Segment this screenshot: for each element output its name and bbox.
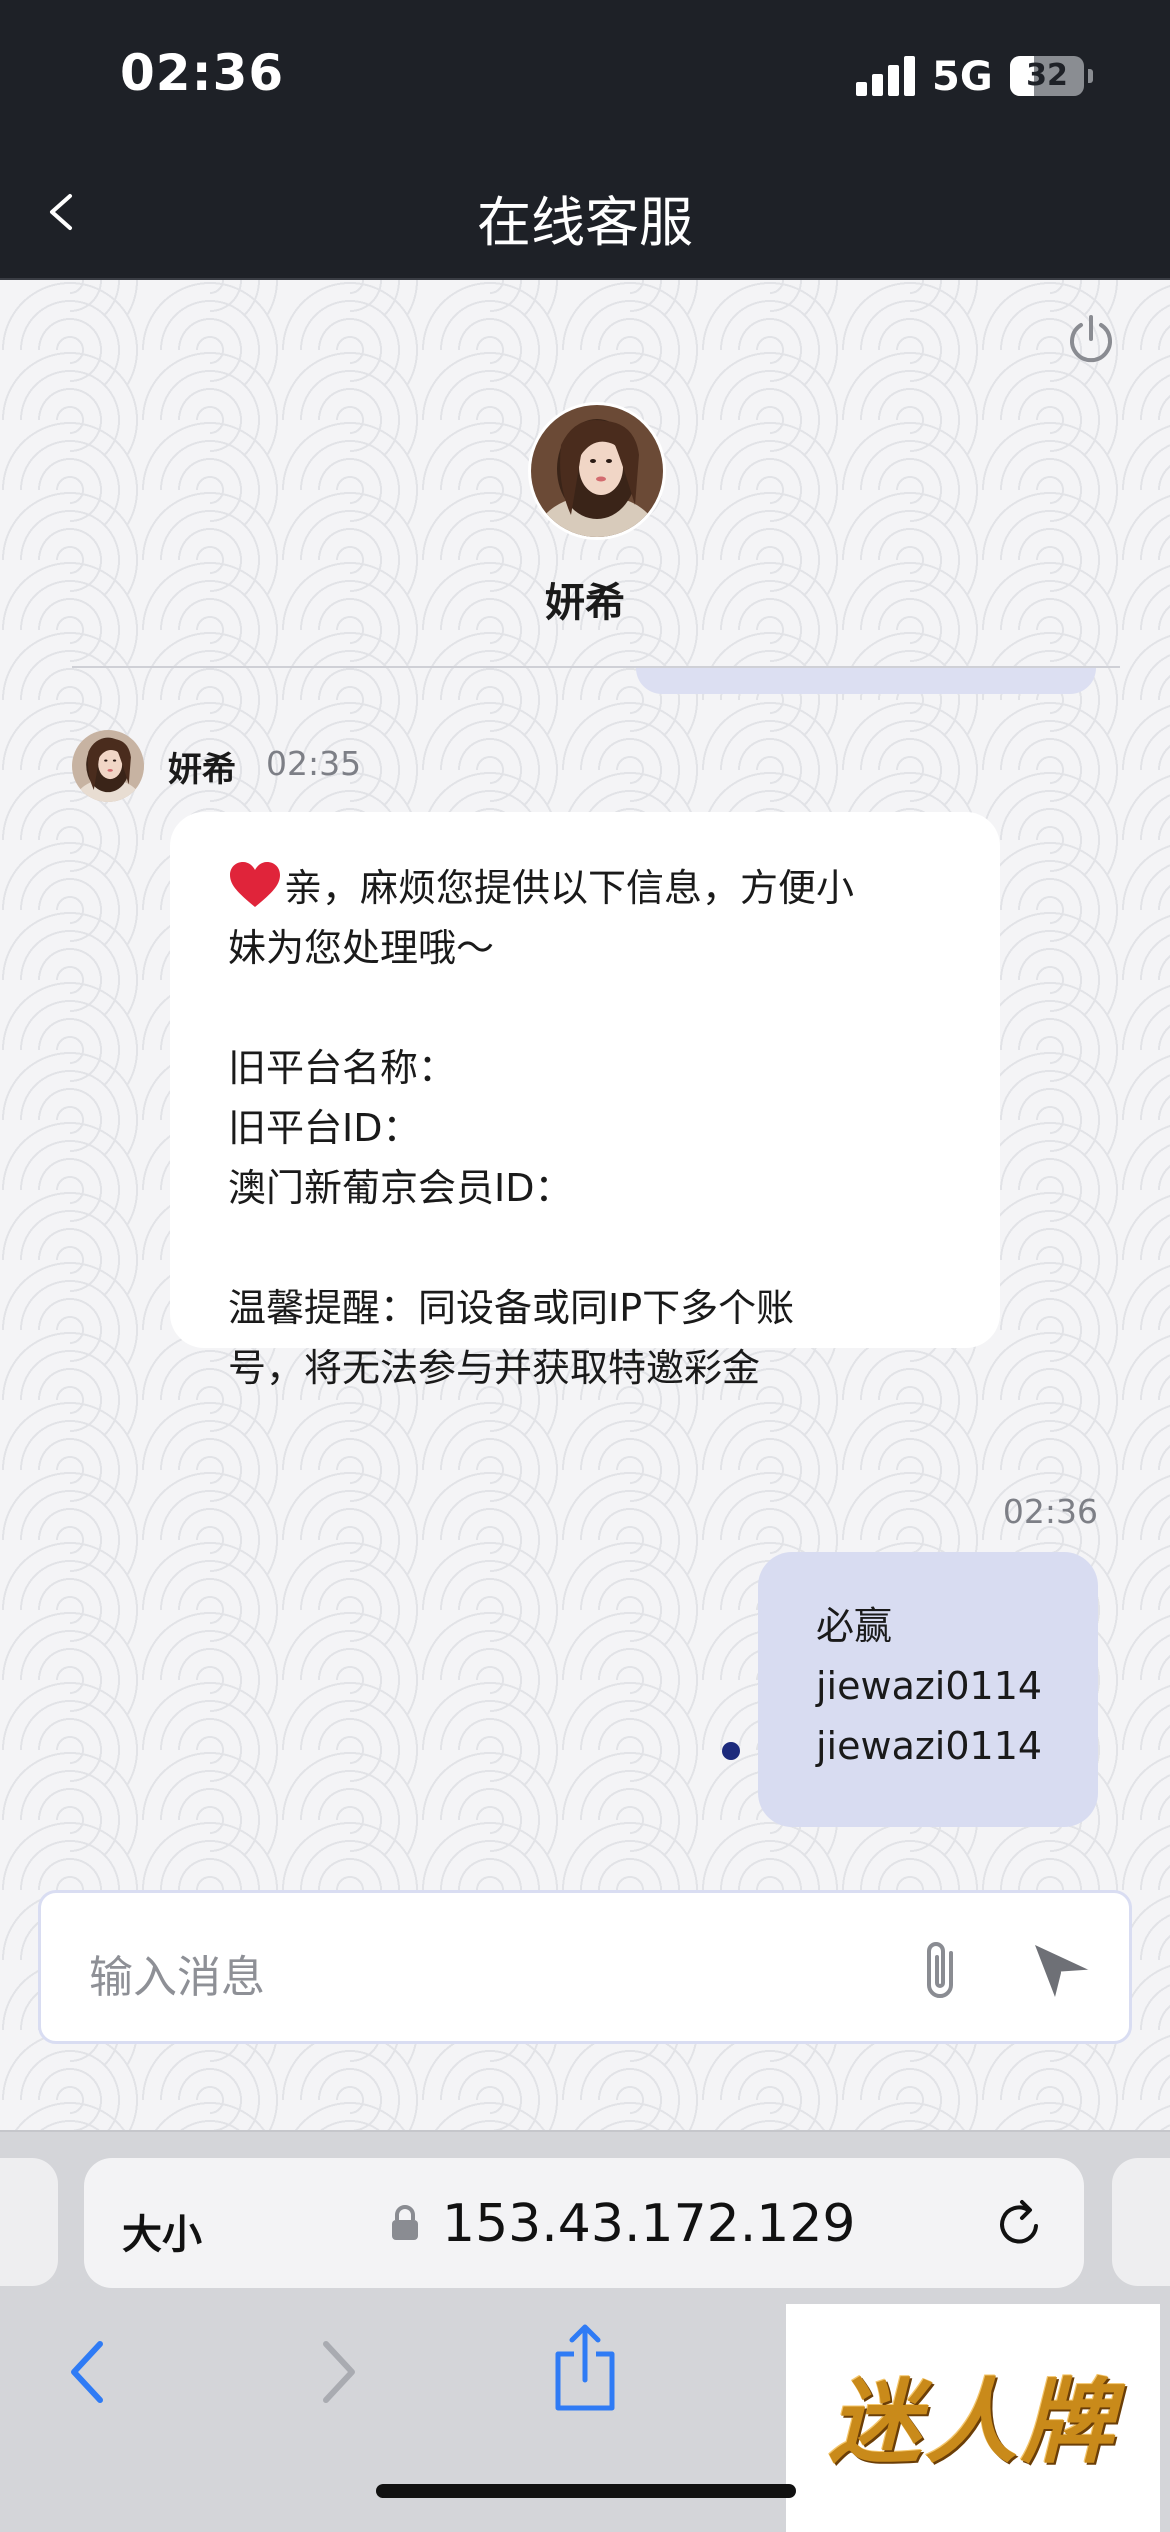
watermark-logo: 迷人牌	[786, 2304, 1160, 2532]
watermark-text: 迷人牌	[828, 2369, 1117, 2476]
status-bar: 02:36 5G 32	[0, 0, 1170, 150]
nav-header: 在线客服	[0, 150, 1170, 280]
heart-icon	[230, 862, 280, 907]
power-icon[interactable]	[1062, 310, 1120, 368]
outgoing-message-bubble[interactable]: 必赢 jiewazi0114 jiewazi0114	[758, 1552, 1098, 1827]
browser-back-icon[interactable]	[60, 2332, 116, 2412]
attachment-icon[interactable]	[911, 1937, 969, 2005]
share-icon[interactable]	[550, 2322, 620, 2414]
message-line: jiewazi0114	[816, 1724, 1043, 1768]
message-placeholder: 输入消息	[89, 1952, 265, 2003]
battery-level: 32	[1026, 58, 1068, 93]
sender-name: 妍希	[168, 750, 236, 790]
previous-message-bubble	[636, 668, 1096, 694]
message-line: 澳门新葡京会员ID：	[228, 1166, 573, 1210]
address-bar[interactable]: 大小 153.43.172.129	[84, 2158, 1084, 2288]
status-time: 02:36	[120, 44, 285, 102]
message-gap	[228, 1218, 942, 1278]
previous-tab[interactable]	[0, 2158, 58, 2286]
message-line: 号，将无法参与并获取特邀彩金	[228, 1346, 761, 1390]
message-line: 亲，麻烦您提供以下信息，方便小	[228, 858, 942, 918]
next-tab[interactable]	[1112, 2158, 1170, 2286]
signal-icon	[856, 56, 916, 96]
message-time: 02:35	[266, 744, 362, 783]
home-indicator[interactable]	[376, 2484, 796, 2498]
message-line: 必赢	[816, 1604, 893, 1648]
battery-tip	[1088, 69, 1093, 83]
chat-area[interactable]: 妍希 妍希 02:35 亲，麻烦您提供以下信息，方便小 妹为您处理哦～ 旧平台名…	[0, 280, 1170, 2130]
send-icon[interactable]	[1031, 1939, 1095, 1999]
lock-icon	[392, 2205, 418, 2240]
message-line: 旧平台名称：	[228, 1046, 457, 1090]
incoming-message-bubble[interactable]: 亲，麻烦您提供以下信息，方便小 妹为您处理哦～ 旧平台名称： 旧平台ID： 澳门…	[170, 812, 1000, 1390]
sender-avatar	[72, 730, 144, 802]
message-line: 温馨提醒：同设备或同IP下多个账	[228, 1286, 795, 1330]
reload-icon[interactable]	[992, 2196, 1048, 2252]
network-type: 5G	[932, 54, 993, 100]
agent-avatar	[528, 402, 666, 540]
battery-icon: 32	[1010, 56, 1084, 96]
message-line: 妹为您处理哦～	[228, 926, 495, 970]
page-title: 在线客服	[477, 191, 693, 254]
message-gap	[228, 978, 942, 1038]
message-input[interactable]: 输入消息	[38, 1890, 1132, 2044]
url-text[interactable]: 153.43.172.129	[442, 2194, 856, 2254]
outgoing-time: 02:36	[1002, 1492, 1098, 1531]
agent-name: 妍希	[545, 580, 625, 626]
text-size-button[interactable]: 大小	[122, 2202, 202, 2260]
browser-forward-icon[interactable]	[310, 2332, 366, 2412]
message-line: jiewazi0114	[816, 1664, 1043, 1708]
message-line: 旧平台ID：	[228, 1106, 421, 1150]
sent-status-dot	[722, 1742, 740, 1760]
